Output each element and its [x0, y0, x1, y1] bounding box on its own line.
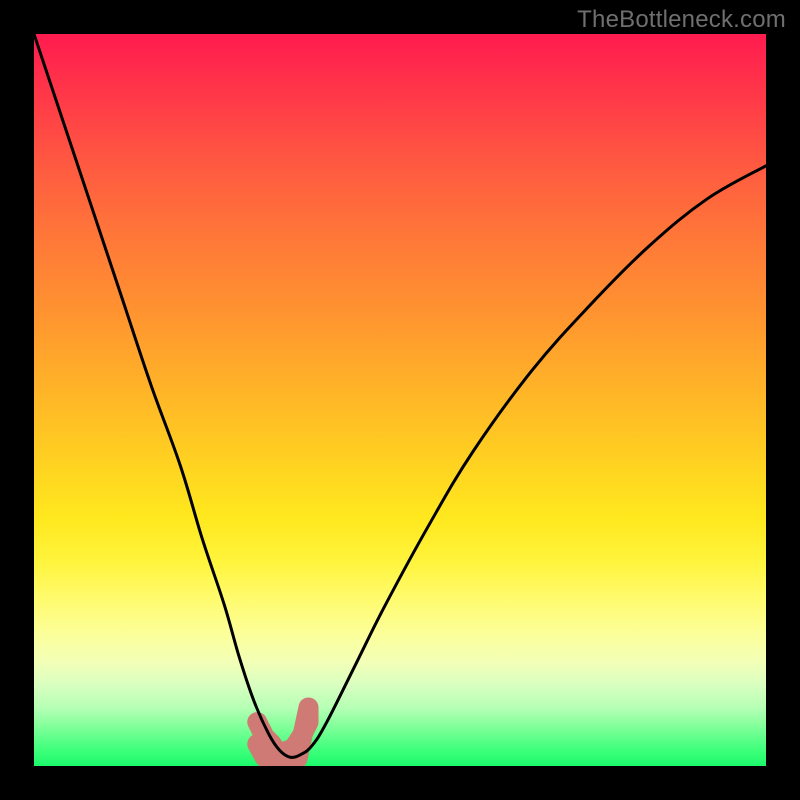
plot-area [34, 34, 766, 766]
bottleneck-curve-path [34, 34, 766, 757]
curve-group [34, 34, 766, 757]
watermark-text: TheBottleneck.com [577, 6, 786, 34]
chart-frame: TheBottleneck.com [0, 0, 800, 800]
curve-svg [34, 34, 766, 766]
